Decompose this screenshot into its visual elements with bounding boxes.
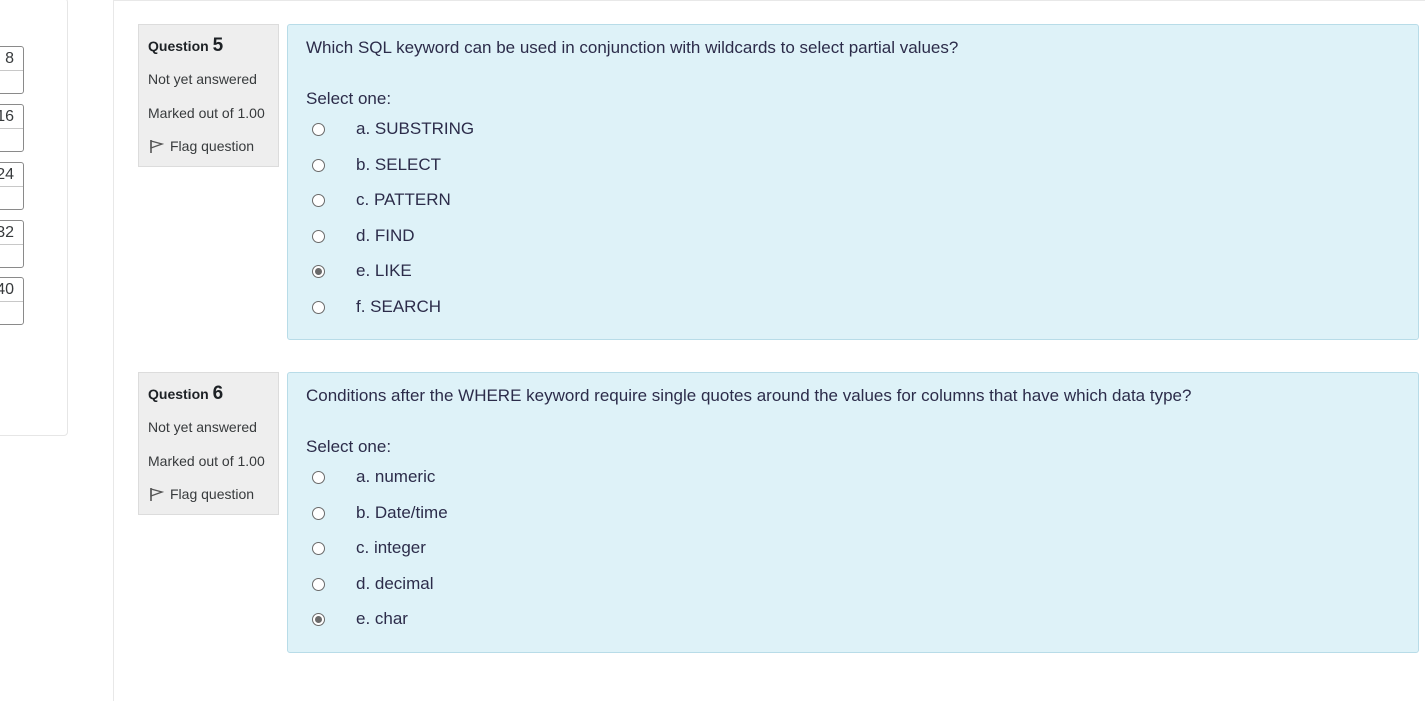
question-state: Not yet answered	[148, 71, 257, 87]
answer-label[interactable]: e. LIKE	[356, 261, 412, 281]
radio-button[interactable]	[312, 229, 325, 243]
flag-question-label: Flag question	[170, 486, 255, 502]
answer-label[interactable]: b. SELECT	[356, 155, 441, 175]
nav-question-40[interactable]: 40	[0, 277, 24, 325]
answer-option-selected[interactable]: e. char	[312, 607, 408, 631]
answer-option[interactable]: c. PATTERN	[312, 188, 451, 212]
answer-label[interactable]: c. integer	[356, 538, 426, 558]
flag-icon	[150, 140, 164, 153]
nav-question-number: 40	[0, 281, 14, 298]
radio-button[interactable]	[312, 470, 325, 484]
answer-label[interactable]: a. numeric	[356, 467, 435, 487]
radio-button-selected[interactable]	[312, 264, 325, 278]
nav-question-8[interactable]: 8	[0, 46, 24, 94]
question-number: Question 6	[148, 383, 224, 404]
question-text: Which SQL keyword can be used in conjunc…	[306, 38, 959, 57]
answer-option[interactable]: b. SELECT	[312, 153, 441, 177]
flag-question-link[interactable]: Flag question	[148, 138, 278, 154]
nav-question-number: 24	[0, 166, 14, 183]
flag-icon	[150, 488, 164, 501]
radio-button[interactable]	[312, 158, 325, 172]
flag-question-label: Flag question	[170, 138, 255, 154]
question-number: Question 5	[148, 35, 224, 56]
radio-button[interactable]	[312, 506, 325, 520]
answer-option-selected[interactable]: e. LIKE	[312, 259, 412, 283]
question-grade: Marked out of 1.00	[148, 105, 265, 121]
question-state: Not yet answered	[148, 419, 257, 435]
nav-question-number: 16	[0, 108, 14, 125]
answer-label[interactable]: c. PATTERN	[356, 190, 451, 210]
answer-label[interactable]: f. SEARCH	[356, 297, 441, 317]
answer-label[interactable]: a. SUBSTRING	[356, 119, 474, 139]
answer-option[interactable]: f. SEARCH	[312, 295, 441, 319]
answer-option[interactable]: b. Date/time	[312, 501, 448, 525]
nav-question-32[interactable]: 32	[0, 220, 24, 268]
radio-button[interactable]	[312, 122, 325, 136]
answer-option[interactable]: d. FIND	[312, 224, 415, 248]
answer-label[interactable]: b. Date/time	[356, 503, 448, 523]
answer-option[interactable]: a. numeric	[312, 465, 435, 489]
question-grade: Marked out of 1.00	[148, 453, 265, 469]
answer-label[interactable]: d. FIND	[356, 226, 415, 246]
question-5-info: Question 5 Not yet answered Marked out o…	[138, 24, 279, 167]
answer-label[interactable]: d. decimal	[356, 574, 433, 594]
nav-question-number: 8	[5, 50, 14, 67]
radio-button[interactable]	[312, 577, 325, 591]
question-text: Conditions after the WHERE keyword requi…	[306, 386, 1192, 405]
flag-question-link[interactable]: Flag question	[148, 486, 278, 502]
question-6-formulation: Conditions after the WHERE keyword requi…	[287, 372, 1419, 653]
radio-button[interactable]	[312, 193, 325, 207]
question-6-info: Question 6 Not yet answered Marked out o…	[138, 372, 279, 515]
radio-button[interactable]	[312, 300, 325, 314]
radio-button-selected[interactable]	[312, 612, 325, 626]
question-5-formulation: Which SQL keyword can be used in conjunc…	[287, 24, 1419, 340]
answer-option[interactable]: d. decimal	[312, 572, 433, 596]
select-one-prompt: Select one:	[306, 89, 392, 108]
radio-button[interactable]	[312, 541, 325, 555]
nav-question-16[interactable]: 16	[0, 104, 24, 152]
select-one-prompt: Select one:	[306, 437, 392, 456]
answer-label[interactable]: e. char	[356, 609, 408, 629]
nav-question-number: 32	[0, 224, 14, 241]
answer-option[interactable]: c. integer	[312, 536, 426, 560]
answer-option[interactable]: a. SUBSTRING	[312, 117, 474, 141]
nav-question-24[interactable]: 24	[0, 162, 24, 210]
